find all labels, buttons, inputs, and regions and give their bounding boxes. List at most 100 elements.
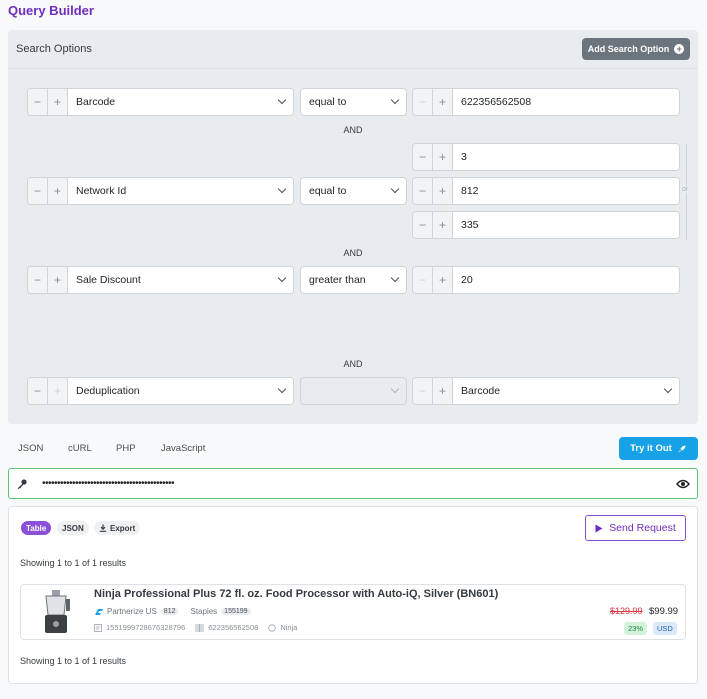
- page-title: Query Builder: [8, 3, 94, 18]
- value-input-network-1[interactable]: 3: [453, 144, 679, 170]
- tab-php[interactable]: PHP: [116, 443, 136, 454]
- operator-label: equal to: [309, 96, 347, 108]
- minus-icon[interactable]: −: [413, 212, 433, 238]
- minus-icon[interactable]: −: [28, 89, 48, 115]
- plus-icon: +: [48, 378, 68, 404]
- value-select-dedup[interactable]: Barcode: [453, 378, 679, 404]
- value-text: Barcode: [461, 385, 501, 397]
- field-select-discount[interactable]: Sale Discount: [68, 267, 293, 293]
- field-group-network: − + Network Id: [27, 177, 294, 205]
- merchant-name: Staples: [190, 607, 218, 616]
- rocket-icon: [678, 445, 686, 452]
- chevron-down-icon: [390, 184, 400, 194]
- field-group-barcode: − + Barcode: [27, 88, 294, 116]
- product-id: 1551999728676328796: [106, 623, 186, 632]
- plus-icon[interactable]: +: [48, 178, 68, 204]
- field-select-label: Network Id: [76, 185, 127, 197]
- barcode-icon: [195, 623, 204, 632]
- minus-icon: −: [413, 267, 433, 293]
- plus-icon[interactable]: +: [433, 178, 453, 204]
- operator-label: equal to: [309, 185, 347, 197]
- results-count-bottom: Showing 1 to 1 of 1 results: [20, 656, 127, 666]
- plus-icon[interactable]: +: [433, 144, 453, 170]
- value-text: 622356562508: [461, 96, 532, 108]
- plus-circle-icon: +: [674, 44, 685, 54]
- brand-icon: [268, 623, 277, 632]
- view-tab-json[interactable]: JSON: [57, 521, 89, 535]
- food-processor-icon: [45, 590, 70, 633]
- operator-select-discount[interactable]: greater than: [300, 266, 407, 294]
- chevron-down-icon: [390, 384, 400, 394]
- plus-icon[interactable]: +: [48, 89, 68, 115]
- export-label: Export: [110, 523, 136, 533]
- api-key-value: ••••••••••••••••••••••••••••••••••••••••…: [42, 478, 175, 489]
- download-icon: [99, 524, 107, 532]
- operator-label: greater than: [309, 274, 366, 286]
- chevron-down-icon: [390, 95, 400, 105]
- value-text: 20: [461, 274, 473, 286]
- product-image: [30, 587, 84, 637]
- old-price: $129.99: [610, 606, 643, 616]
- id-icon: [94, 623, 102, 632]
- currency-badge: USD: [653, 622, 677, 635]
- minus-icon[interactable]: −: [413, 144, 433, 170]
- value-group-dedup: − + Barcode: [412, 377, 680, 405]
- merchant-id-badge: 155199: [221, 608, 251, 615]
- minus-icon: −: [413, 378, 433, 404]
- product-ids-row: 1551999728676328796 622356562508 Ninja: [94, 623, 297, 632]
- value-group-barcode: − + 622356562508: [412, 88, 680, 116]
- field-select-dedup[interactable]: Deduplication: [68, 378, 293, 404]
- minus-icon[interactable]: −: [28, 178, 48, 204]
- add-search-option-button[interactable]: Add Search Option +: [582, 38, 690, 60]
- value-input-network-3[interactable]: 335: [453, 212, 679, 238]
- chevron-down-icon: [390, 273, 400, 283]
- plus-icon[interactable]: +: [48, 267, 68, 293]
- api-key-field[interactable]: ••••••••••••••••••••••••••••••••••••••••…: [8, 468, 698, 499]
- tab-javascript[interactable]: JavaScript: [161, 443, 205, 454]
- value-group-network-1: − + 3: [412, 143, 680, 171]
- network-id-badge: 812: [160, 608, 179, 615]
- chevron-down-icon: [277, 184, 287, 194]
- try-it-out-button[interactable]: Try it Out: [619, 437, 698, 460]
- field-group-discount: − + Sale Discount: [27, 266, 294, 294]
- product-brand: Ninja: [280, 623, 298, 632]
- try-it-out-label: Try it Out: [630, 443, 672, 454]
- operator-select-dedup: [300, 377, 407, 405]
- plus-icon[interactable]: +: [433, 378, 453, 404]
- value-text: 335: [461, 219, 479, 231]
- value-input-discount[interactable]: 20: [453, 267, 679, 293]
- search-options-title: Search Options: [16, 43, 92, 55]
- field-select-label: Barcode: [76, 96, 116, 108]
- eye-icon[interactable]: [676, 479, 690, 489]
- minus-icon[interactable]: −: [28, 267, 48, 293]
- minus-icon[interactable]: −: [28, 378, 48, 404]
- export-button[interactable]: Export: [94, 521, 141, 535]
- value-input-network-2[interactable]: 812: [453, 178, 679, 204]
- send-request-button[interactable]: Send Request: [585, 515, 686, 541]
- view-tab-table[interactable]: Table: [21, 521, 52, 535]
- value-group-discount: − + 20: [412, 266, 680, 294]
- network-name: Partnerize US: [107, 607, 157, 616]
- value-text: 812: [461, 185, 479, 197]
- plus-icon[interactable]: +: [433, 89, 453, 115]
- field-select-barcode[interactable]: Barcode: [68, 89, 293, 115]
- tab-curl[interactable]: cURL: [68, 443, 92, 454]
- product-title[interactable]: Ninja Professional Plus 72 fl. oz. Food …: [94, 588, 498, 600]
- plus-icon[interactable]: +: [433, 212, 453, 238]
- field-group-dedup: − + Deduplication: [27, 377, 294, 405]
- value-input-barcode[interactable]: 622356562508: [453, 89, 679, 115]
- chevron-down-icon: [663, 384, 673, 394]
- add-search-option-label: Add Search Option: [587, 44, 670, 54]
- results-count-top: Showing 1 to 1 of 1 results: [20, 558, 127, 568]
- discount-badge: 23%: [624, 622, 648, 635]
- and-separator: AND: [343, 125, 363, 135]
- play-icon: [595, 524, 603, 532]
- tab-json[interactable]: JSON: [18, 443, 43, 454]
- operator-select-network[interactable]: equal to: [300, 177, 407, 205]
- minus-icon[interactable]: −: [413, 178, 433, 204]
- and-separator: AND: [343, 359, 363, 369]
- plus-icon[interactable]: +: [433, 267, 453, 293]
- operator-select-barcode[interactable]: equal to: [300, 88, 407, 116]
- chevron-down-icon: [277, 384, 287, 394]
- field-select-network[interactable]: Network Id: [68, 178, 293, 204]
